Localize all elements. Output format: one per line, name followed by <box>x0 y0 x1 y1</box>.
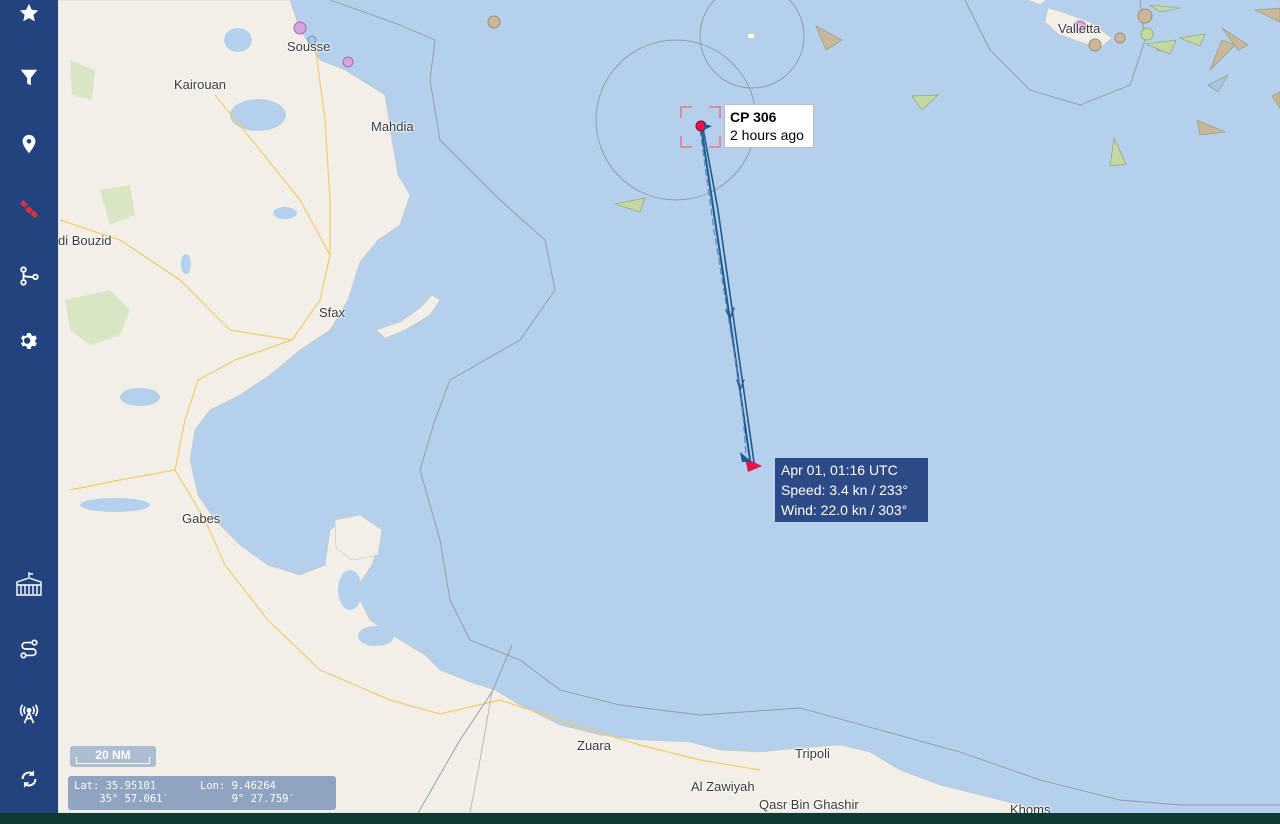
kerkennah-island <box>375 294 441 339</box>
port-button[interactable] <box>0 564 58 604</box>
tooltip-speed: Speed: 3.4 kn / 233° <box>781 482 909 498</box>
cursor-coordinates: Lat: 35.95101 Lon: 9.46264 35° 57.061′ 9… <box>68 776 336 810</box>
place-zuara: Zuara <box>577 738 611 753</box>
location-pin-icon <box>22 134 36 154</box>
small-island-marker <box>748 34 754 38</box>
satellite-icon <box>20 200 38 219</box>
filter-button[interactable] <box>0 58 58 98</box>
filter-icon <box>20 69 38 86</box>
track-point-tooltip: Apr 01, 01:16 UTC Speed: 3.4 kn / 233° W… <box>775 458 928 522</box>
tooltip-time: Apr 01, 01:16 UTC <box>781 462 898 478</box>
port-markers <box>293 8 1165 68</box>
star-icon <box>19 3 39 22</box>
ship-markers <box>613 4 1280 213</box>
place-gabes: Gabes <box>182 511 221 526</box>
track-route-icon <box>20 639 38 659</box>
place-al-zawiyah: Al Zawiyah <box>691 779 755 794</box>
settings-button[interactable] <box>0 321 58 361</box>
gear-icon <box>21 333 37 349</box>
route-button[interactable] <box>0 256 58 296</box>
place-qasr-bin-ghashir: Qasr Bin Ghashir <box>759 797 859 812</box>
land-area <box>58 0 1041 813</box>
scale-bar-line <box>76 757 150 764</box>
vessel-last-seen: 2 hours ago <box>730 127 804 143</box>
antenna-button[interactable] <box>0 694 58 734</box>
vessel-track <box>699 125 755 463</box>
place-sfax: Sfax <box>319 305 346 320</box>
longitude-dms: 9° 27.759′ <box>200 793 295 805</box>
vessel-name: CP 306 <box>730 109 777 125</box>
place-tripoli: Tripoli <box>795 746 830 761</box>
place-mahdia: Mahdia <box>371 119 414 134</box>
tooltip-wind: Wind: 22.0 kn / 303° <box>781 502 908 518</box>
vessel-info-label[interactable]: CP 306 2 hours ago <box>724 104 814 148</box>
place-khoms: Khoms <box>1010 802 1051 813</box>
place-sousse: Sousse <box>287 39 331 54</box>
refresh-icon <box>21 770 37 788</box>
latitude-decimal: Lat: 35.95101 <box>74 780 157 792</box>
sidebar <box>0 0 58 813</box>
satellite-button[interactable] <box>0 190 58 230</box>
favorites-button[interactable] <box>0 0 58 33</box>
place-sidi-bouzid: di Bouzid <box>58 233 112 248</box>
vessel-heading-icon <box>704 124 712 130</box>
map-canvas[interactable]: Sousse Kairouan Mahdia di Bouzid Sfax Ga… <box>58 0 1280 813</box>
bottom-strip <box>0 813 1280 824</box>
gozo-island <box>1028 0 1046 4</box>
scale-bar: 20 NM <box>70 746 156 767</box>
place-kairouan: Kairouan <box>174 77 227 92</box>
port-icon <box>16 572 42 596</box>
refresh-button[interactable] <box>0 759 58 799</box>
location-button[interactable] <box>0 124 58 164</box>
latitude-dms: 35° 57.061′ <box>74 793 169 805</box>
map-base-layer <box>58 0 1280 813</box>
route-icon <box>20 266 39 286</box>
place-valletta: Valletta <box>1058 21 1101 36</box>
antenna-icon <box>19 704 39 724</box>
longitude-decimal: Lon: 9.46264 <box>200 780 276 792</box>
track-route-button[interactable] <box>0 629 58 669</box>
